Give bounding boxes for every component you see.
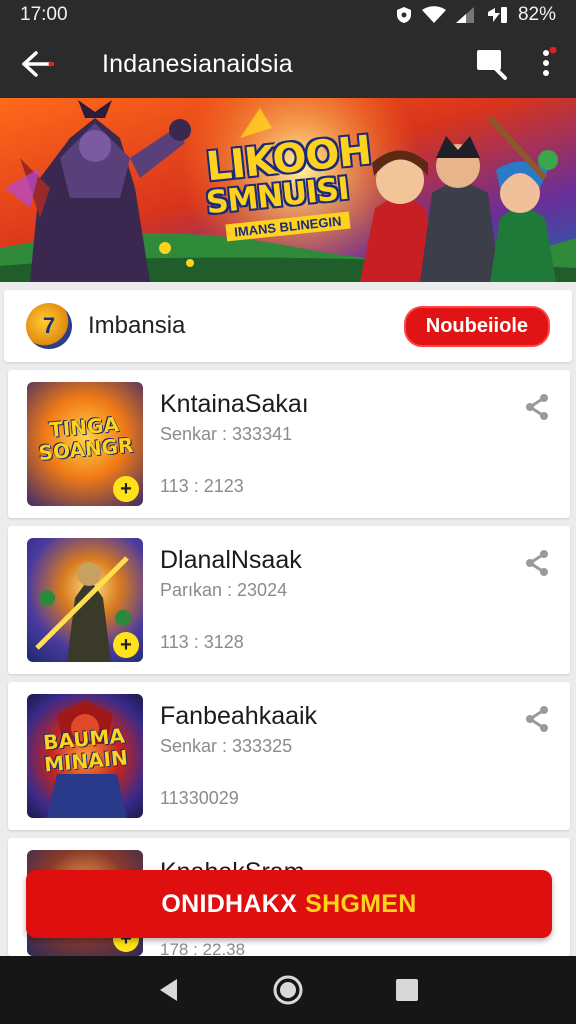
channel-header: 7 Imbansia Noubeiiole — [4, 290, 572, 362]
more-options-button[interactable] — [520, 30, 576, 98]
back-button[interactable] — [0, 30, 76, 98]
video-card[interactable]: TINGA SOANGR + KntainaSakaı Senkar : 333… — [8, 370, 570, 518]
cta-button[interactable]: ONIDHAKX SHGMEN — [26, 870, 552, 938]
cta-label-main: ONIDHAKX — [161, 889, 298, 918]
video-channel-views: Parıkan : 23024 — [160, 580, 288, 600]
thumbnail-title: TINGA SOANGR — [37, 412, 135, 466]
nav-back-button[interactable] — [139, 960, 199, 1020]
video-thumbnail[interactable]: BAUMA MINAIN — [27, 694, 143, 818]
channel-avatar[interactable]: 7 — [26, 303, 72, 349]
back-arrow-icon — [22, 51, 54, 77]
channel-name[interactable]: Imbansia — [88, 312, 404, 340]
subscribe-button[interactable]: Noubeiiole — [403, 305, 550, 347]
video-title: DlanalNsaak — [160, 546, 302, 574]
status-bar: 17:00 82% — [0, 0, 576, 30]
wifi-icon — [421, 6, 446, 23]
share-icon[interactable] — [522, 548, 552, 578]
status-time: 17:00 — [20, 4, 68, 25]
nav-recents-icon — [395, 979, 418, 1001]
nav-recents-button[interactable] — [377, 960, 437, 1020]
video-thumbnail[interactable]: TINGA SOANGR + — [27, 382, 143, 506]
video-card[interactable]: BAUMA MINAIN Fanbeahkaaik Senkar : 33332… — [8, 682, 570, 830]
cast-button[interactable] — [464, 30, 520, 98]
add-badge-icon: + — [113, 632, 139, 658]
thumbnail-title: BAUMA MINAIN — [42, 723, 129, 777]
add-badge-icon: + — [113, 476, 139, 502]
signal-icon — [455, 7, 474, 23]
app-title: Indanesianaidsia — [102, 49, 293, 78]
share-icon[interactable] — [522, 704, 552, 734]
video-channel-views: Senkar : 333341 — [160, 424, 293, 444]
status-icons: 82% — [396, 4, 556, 26]
system-nav-bar — [0, 956, 576, 1024]
nav-home-button[interactable] — [258, 960, 318, 1020]
video-title: Fanbeahkaaik — [160, 702, 318, 730]
nav-back-icon — [160, 979, 178, 1001]
battery-percent: 82% — [517, 4, 556, 25]
nav-home-icon — [273, 975, 303, 1005]
hero-banner[interactable]: LIKOOH SMNUISI IMANS BLINEGIN — [0, 98, 576, 282]
video-channel-views: Senkar : 333325 — [160, 736, 293, 756]
more-vert-icon — [543, 47, 557, 76]
video-card[interactable]: + DlanalNsaak Parıkan : 23024 113 : 3128 — [8, 526, 570, 674]
app-bar: Indanesianaidsia — [0, 30, 576, 98]
share-icon[interactable] — [522, 392, 552, 422]
video-thumbnail[interactable]: + — [27, 538, 143, 662]
channel-avatar-letter: 7 — [42, 313, 56, 338]
video-title: KntainaSakaı — [160, 390, 309, 418]
cta-label-accent: SHGMEN — [305, 889, 417, 918]
video-meta: 113 : 3128 — [160, 632, 244, 652]
video-meta: 11330029 — [160, 788, 239, 808]
battery-icon — [487, 7, 507, 23]
video-meta: 113 : 2123 — [160, 476, 244, 496]
cast-icon — [477, 50, 507, 80]
shield-icon — [396, 7, 411, 23]
